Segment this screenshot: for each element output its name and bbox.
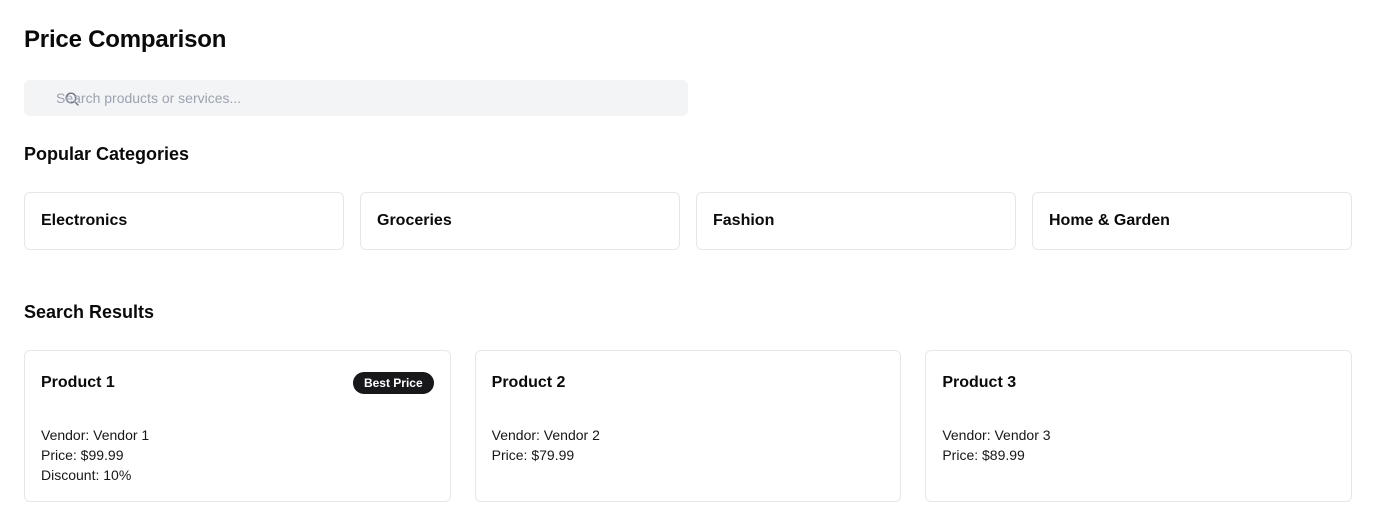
category-fashion[interactable]: Fashion [696,192,1016,250]
product-details: Vendor: Vendor 1 Price: $99.99 Discount:… [41,425,434,485]
category-label: Electronics [41,212,128,229]
category-groceries[interactable]: Groceries [360,192,680,250]
search-results-heading: Search Results [24,302,155,322]
product-card-3[interactable]: Product 3 Vendor: Vendor 3 Price: $89.99 [925,350,1352,502]
category-label: Groceries [377,212,452,229]
product-card-1[interactable]: Product 1 Best Price Vendor: Vendor 1 Pr… [24,350,451,502]
page-title: Price Comparison [24,26,227,53]
product-vendor: Vendor: Vendor 1 [41,427,150,443]
category-home-garden[interactable]: Home & Garden [1032,192,1352,250]
product-vendor: Vendor: Vendor 3 [942,427,1051,443]
search-input[interactable] [56,80,676,116]
category-label: Home & Garden [1049,212,1170,229]
product-discount: Discount: 10% [41,467,132,483]
product-details: Vendor: Vendor 2 Price: $79.99 [492,425,885,465]
product-vendor: Vendor: Vendor 2 [491,427,600,443]
product-card-2[interactable]: Product 2 Vendor: Vendor 2 Price: $79.99 [474,350,902,502]
search-results-list: Product 1 Best Price Vendor: Vendor 1 Pr… [24,350,1352,502]
price-comparison-page: Price Comparison Popular Categories Elec… [0,0,1376,524]
product-header: Product 1 Best Price [41,371,434,395]
category-label: Fashion [713,212,775,229]
product-name: Product 2 [491,374,566,391]
category-electronics[interactable]: Electronics [24,192,344,250]
product-price: Price: $99.99 [41,447,124,463]
best-price-badge: Best Price [352,372,434,394]
product-price: Price: $79.99 [491,447,575,463]
category-list: Electronics Groceries Fashion Home & Gar… [24,192,1352,250]
product-name: Product 1 [41,374,115,391]
product-header: Product 2 [492,371,885,395]
search-bar[interactable] [24,80,688,116]
product-details: Vendor: Vendor 3 Price: $89.99 [942,425,1335,465]
product-price: Price: $89.99 [942,447,1025,463]
popular-categories-heading: Popular Categories [24,144,190,164]
product-name: Product 3 [942,374,1017,391]
product-header: Product 3 [942,371,1335,395]
